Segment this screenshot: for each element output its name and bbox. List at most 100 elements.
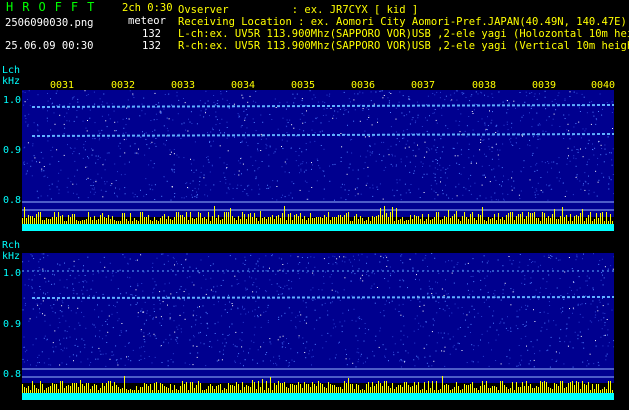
- noise-speck: [273, 363, 274, 365]
- noise-speck: [568, 257, 570, 258]
- noise-speck: [235, 331, 237, 333]
- activity-bar: [410, 215, 411, 224]
- noise-speck: [64, 116, 65, 118]
- noise-speck: [168, 282, 170, 284]
- activity-bar: [524, 386, 525, 393]
- activity-bar: [556, 219, 557, 224]
- activity-bar: [266, 381, 267, 393]
- noise-speck: [79, 351, 81, 353]
- noise-speck: [419, 279, 420, 281]
- activity-bar: [186, 212, 187, 224]
- noise-speck: [384, 355, 386, 357]
- noise-speck: [304, 352, 306, 353]
- noise-speck: [390, 273, 392, 275]
- noise-speck: [362, 280, 364, 282]
- noise-speck: [39, 274, 41, 275]
- noise-speck: [302, 122, 304, 124]
- noise-speck: [432, 93, 434, 94]
- noise-speck: [99, 330, 101, 332]
- activity-bar: [400, 385, 401, 393]
- noise-speck: [463, 92, 465, 94]
- noise-speck: [368, 329, 370, 331]
- noise-speck: [316, 117, 318, 119]
- noise-speck: [93, 324, 95, 326]
- activity-bar: [522, 382, 523, 393]
- noise-speck: [117, 364, 119, 366]
- noise-speck: [288, 343, 290, 344]
- noise-speck: [217, 339, 219, 341]
- noise-speck: [291, 359, 293, 361]
- noise-speck: [221, 315, 222, 317]
- activity-bar: [520, 214, 521, 224]
- noise-speck: [33, 258, 35, 259]
- noise-speck: [73, 265, 75, 267]
- noise-speck: [190, 111, 192, 113]
- noise-speck: [347, 111, 349, 113]
- noise-speck: [241, 141, 243, 143]
- noise-speck: [148, 184, 150, 186]
- noise-speck: [125, 330, 127, 332]
- activity-bar: [328, 212, 329, 224]
- noise-speck: [299, 311, 301, 313]
- noise-speck: [104, 159, 106, 161]
- activity-bar: [46, 388, 47, 393]
- noise-speck: [532, 346, 534, 348]
- activity-bar: [570, 382, 571, 393]
- activity-bar: [200, 383, 201, 393]
- noise-speck: [63, 105, 65, 106]
- noise-speck: [35, 297, 37, 299]
- noise-speck: [271, 198, 273, 200]
- activity-bar: [58, 212, 59, 224]
- noise-speck: [59, 343, 61, 345]
- activity-bar: [84, 386, 85, 393]
- noise-speck: [167, 260, 169, 262]
- noise-speck: [301, 98, 303, 100]
- noise-speck: [527, 144, 529, 146]
- noise-speck: [66, 279, 68, 281]
- noise-speck: [116, 312, 118, 314]
- noise-speck: [288, 307, 290, 309]
- noise-speck: [191, 194, 193, 196]
- noise-speck: [58, 161, 60, 162]
- noise-speck: [559, 278, 561, 279]
- noise-speck: [420, 288, 422, 290]
- noise-speck: [194, 187, 196, 189]
- noise-speck: [434, 139, 436, 141]
- noise-speck: [225, 182, 227, 184]
- noise-speck: [211, 164, 213, 166]
- noise-speck: [563, 114, 565, 116]
- activity-bar: [338, 387, 339, 393]
- noise-speck: [109, 262, 111, 264]
- noise-speck: [245, 289, 247, 291]
- noise-speck: [439, 157, 441, 159]
- noise-speck: [402, 343, 404, 345]
- noise-speck: [431, 253, 433, 254]
- noise-speck: [200, 110, 202, 112]
- noise-speck: [457, 155, 459, 157]
- noise-speck: [513, 180, 515, 182]
- noise-speck: [152, 278, 154, 280]
- noise-speck: [24, 146, 26, 148]
- noise-speck: [481, 118, 483, 120]
- noise-speck: [458, 172, 460, 174]
- noise-speck: [485, 130, 487, 132]
- noise-speck: [314, 298, 316, 300]
- noise-speck: [547, 312, 549, 314]
- activity-bar: [252, 380, 253, 393]
- noise-speck: [422, 163, 424, 165]
- noise-speck: [399, 91, 401, 93]
- noise-speck: [153, 119, 155, 121]
- noise-speck: [200, 259, 202, 261]
- lch-spectrogram: [22, 90, 614, 231]
- noise-speck: [205, 90, 207, 92]
- noise-speck: [56, 186, 58, 188]
- noise-speck: [125, 292, 127, 294]
- noise-speck: [322, 347, 324, 349]
- noise-speck: [311, 356, 313, 358]
- noise-speck: [245, 108, 247, 110]
- noise-speck: [460, 173, 462, 175]
- noise-speck: [174, 331, 176, 333]
- activity-bar: [542, 212, 543, 224]
- noise-speck: [596, 306, 598, 308]
- noise-speck: [291, 124, 293, 126]
